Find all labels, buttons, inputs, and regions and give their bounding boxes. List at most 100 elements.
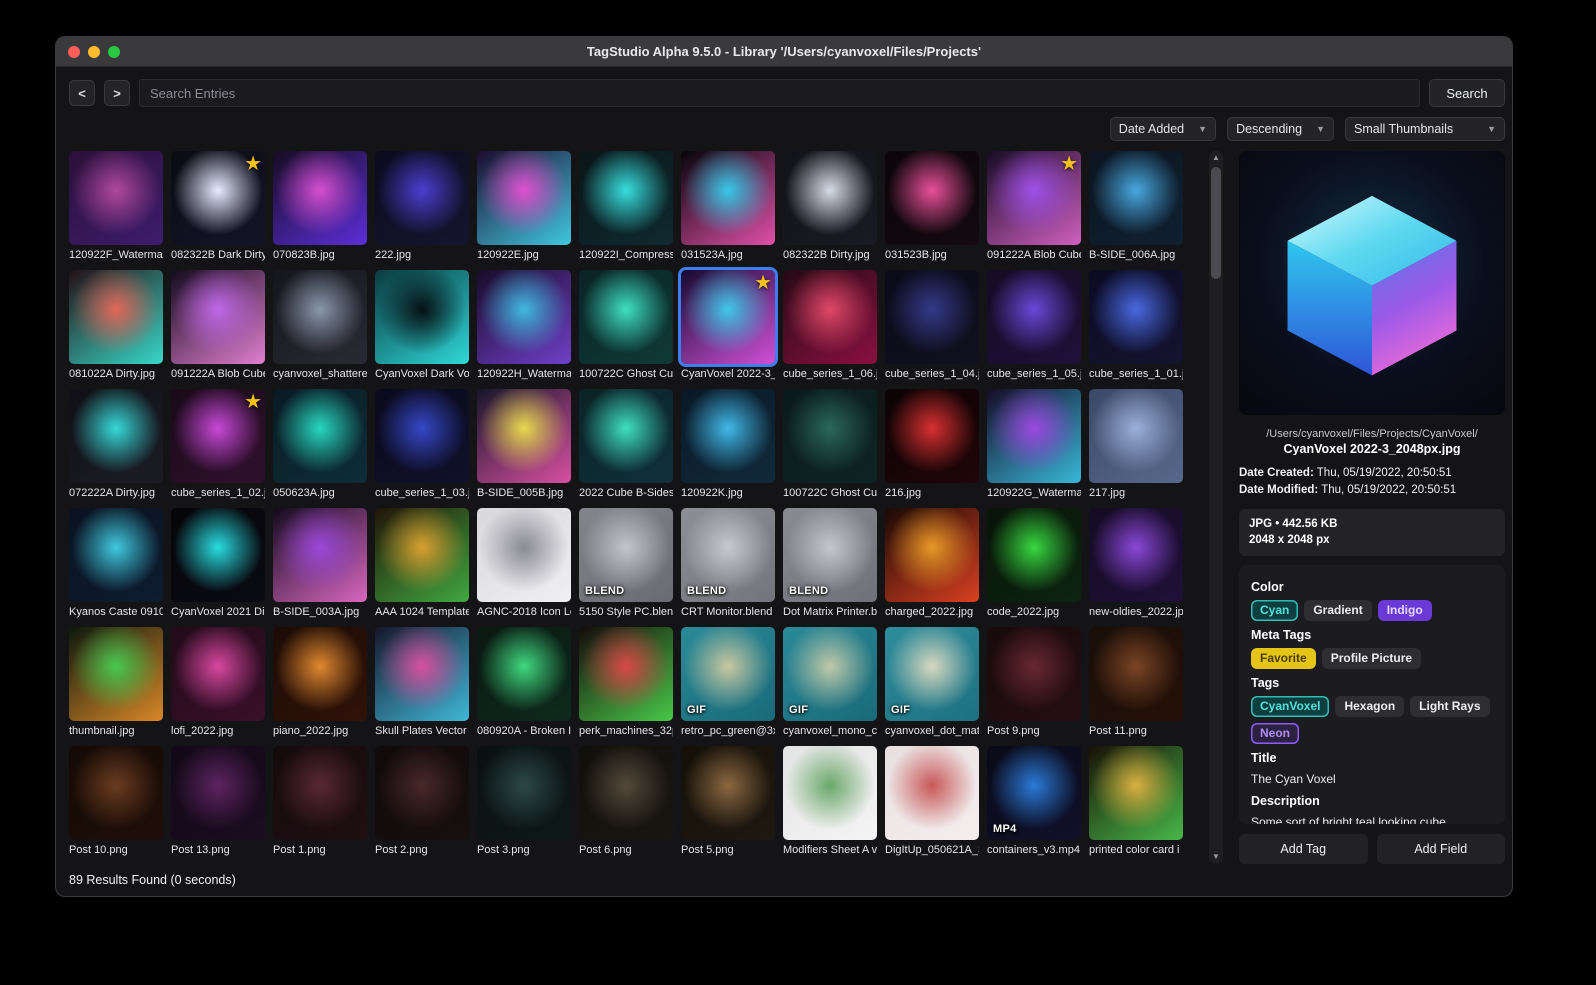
grid-item[interactable]: cube_series_1_05.j — [987, 270, 1081, 381]
grid-item[interactable]: BLEND 5150 Style PC.blen — [579, 508, 673, 619]
grid-item[interactable]: new-oldies_2022.jp — [1089, 508, 1183, 619]
grid-item[interactable]: perk_machines_32p — [579, 627, 673, 738]
tag-pill[interactable]: Hexagon — [1335, 695, 1405, 717]
grid-item[interactable]: 050623A.jpg — [273, 389, 367, 500]
grid-item[interactable]: AGNC-2018 Icon Lo — [477, 508, 571, 619]
tag-pill[interactable]: Light Rays — [1410, 695, 1490, 717]
grid-item-label: 072222A Dirty.jpg — [69, 487, 156, 499]
grid-item[interactable]: Post 13.png — [171, 746, 265, 857]
tag-pill[interactable]: Gradient — [1304, 599, 1372, 621]
grid-item[interactable]: 2022 Cube B-Sides — [579, 389, 673, 500]
add-tag-button[interactable]: Add Tag — [1239, 834, 1368, 864]
grid-item[interactable]: BLEND CRT Monitor.blend — [681, 508, 775, 619]
grid-item[interactable]: 082322B Dirty.jpg — [783, 151, 877, 262]
thumbnail-image — [579, 151, 673, 245]
grid-item[interactable]: Post 11.png — [1089, 627, 1183, 738]
grid-item[interactable]: 216.jpg — [885, 389, 979, 500]
grid-item[interactable]: Post 3.png — [477, 746, 571, 857]
grid-item[interactable]: MP4 containers_v3.mp4 — [987, 746, 1081, 857]
tag-pill[interactable]: Neon — [1251, 722, 1299, 744]
scroll-up-icon[interactable]: ▲ — [1209, 151, 1223, 165]
grid-item[interactable]: Post 9.png — [987, 627, 1081, 738]
grid-item[interactable]: 120922E.jpg — [477, 151, 571, 262]
grid-item[interactable]: cube_series_1_03.j — [375, 389, 469, 500]
forward-button[interactable]: > — [104, 80, 130, 106]
sort-order-dropdown[interactable]: Descending ▼ — [1227, 117, 1334, 141]
grid-item[interactable]: Skull Plates Vector — [375, 627, 469, 738]
grid-item[interactable]: 217.jpg — [1089, 389, 1183, 500]
tag-pill[interactable]: Indigo — [1377, 599, 1432, 621]
grid-item[interactable]: DigItUp_050621A_S — [885, 746, 979, 857]
grid-item[interactable]: 080920A - Broken I — [477, 627, 571, 738]
grid-item[interactable]: Post 10.png — [69, 746, 163, 857]
grid-item[interactable]: 100722C Ghost Cut — [783, 389, 877, 500]
tag-pill[interactable]: Favorite — [1251, 647, 1316, 669]
grid-item[interactable]: cube_series_1_04.j — [885, 270, 979, 381]
grid-item[interactable]: CyanVoxel 2021 Dis — [171, 508, 265, 619]
grid-item[interactable]: printed color card i — [1089, 746, 1183, 857]
grid-item[interactable]: 100722C Ghost Cut — [579, 270, 673, 381]
grid-item[interactable]: 120922K.jpg — [681, 389, 775, 500]
thumbnail-size-dropdown[interactable]: Small Thumbnails ▼ — [1345, 117, 1505, 141]
grid-scrollbar[interactable]: ▲ ▼ — [1209, 151, 1223, 864]
grid-item[interactable]: 120922H_Waterma — [477, 270, 571, 381]
grid-item[interactable]: charged_2022.jpg — [885, 508, 979, 619]
thumbnail-image — [681, 389, 775, 483]
scroll-down-icon[interactable]: ▼ — [1209, 850, 1223, 864]
grid-item[interactable]: BLEND Dot Matrix Printer.b — [783, 508, 877, 619]
grid-item[interactable]: GIF retro_pc_green@3x — [681, 627, 775, 738]
grid-item[interactable]: GIF cyanvoxel_mono_cr — [783, 627, 877, 738]
field-value: The Cyan Voxel — [1251, 771, 1336, 786]
grid-item[interactable]: B-SIDE_005B.jpg — [477, 389, 571, 500]
grid-item[interactable]: cube_series_1_01.j — [1089, 270, 1183, 381]
grid-item[interactable]: ★ CyanVoxel 2022-3_ — [678, 267, 778, 381]
tag-pill[interactable]: CyanVoxel — [1251, 695, 1330, 717]
grid-item[interactable]: ★ cube_series_1_02.j — [171, 389, 265, 500]
file-dimensions: 2048 x 2048 px — [1249, 534, 1330, 547]
grid-item[interactable]: code_2022.jpg — [987, 508, 1081, 619]
scrollbar-thumb[interactable] — [1211, 167, 1221, 279]
zoom-button[interactable] — [108, 45, 120, 58]
grid-item[interactable]: GIF cyanvoxel_dot_mat — [885, 627, 979, 738]
grid-item[interactable]: Post 5.png — [681, 746, 775, 857]
search-input[interactable] — [139, 79, 1420, 107]
grid-item[interactable]: 222.jpg — [375, 151, 469, 262]
grid-item[interactable]: 120922F_Watermark — [69, 151, 163, 262]
grid-item[interactable]: Post 1.png — [273, 746, 367, 857]
grid-item[interactable]: Post 2.png — [375, 746, 469, 857]
tag-pill[interactable]: Cyan — [1251, 599, 1299, 621]
search-button[interactable]: Search — [1429, 79, 1505, 107]
sort-field-dropdown[interactable]: Date Added ▼ — [1109, 117, 1217, 141]
grid-item[interactable]: CyanVoxel Dark Vox — [375, 270, 469, 381]
grid-item[interactable]: 120922G_Waterma — [987, 389, 1081, 500]
grid-item[interactable]: piano_2022.jpg — [273, 627, 367, 738]
grid-item[interactable]: 031523B.jpg — [885, 151, 979, 262]
grid-item[interactable]: ★ 082322B Dark Dirty — [171, 151, 265, 262]
grid-item[interactable]: B-SIDE_003A.jpg — [273, 508, 367, 619]
grid-item[interactable]: AAA 1024 Template — [375, 508, 469, 619]
preview-image[interactable] — [1239, 151, 1505, 415]
title-bar[interactable]: TagStudio Alpha 9.5.0 - Library '/Users/… — [56, 37, 1512, 67]
back-button[interactable]: < — [69, 80, 95, 106]
grid-item[interactable]: ★ 091222A Blob Cube — [987, 151, 1081, 262]
add-field-button[interactable]: Add Field — [1376, 834, 1505, 864]
grid-item[interactable]: Kyanos Caste 0910 — [69, 508, 163, 619]
grid-item[interactable]: Post 6.png — [579, 746, 673, 857]
close-button[interactable] — [68, 45, 80, 58]
grid-item[interactable]: cube_series_1_06.j — [783, 270, 877, 381]
grid-item[interactable]: 031523A.jpg — [681, 151, 775, 262]
grid-item-label: cube_series_1_05.j — [987, 368, 1081, 380]
grid-item[interactable]: 070823B.jpg — [273, 151, 367, 262]
minimize-button[interactable] — [88, 45, 100, 58]
grid-item[interactable]: cyanvoxel_shattere — [273, 270, 367, 381]
grid-item[interactable]: lofi_2022.jpg — [171, 627, 265, 738]
grid-item[interactable]: 081022A Dirty.jpg — [69, 270, 163, 381]
grid-item[interactable]: 091222A Blob Cube — [171, 270, 265, 381]
grid-item[interactable]: Modifiers Sheet A v — [783, 746, 877, 857]
grid-item[interactable]: B-SIDE_006A.jpg — [1089, 151, 1183, 262]
grid-item-label: thumbnail.jpg — [69, 725, 135, 737]
tag-pill[interactable]: Profile Picture — [1321, 647, 1422, 669]
grid-item[interactable]: 072222A Dirty.jpg — [69, 389, 163, 500]
grid-item[interactable]: 120922I_Compresse — [579, 151, 673, 262]
grid-item[interactable]: thumbnail.jpg — [69, 627, 163, 738]
